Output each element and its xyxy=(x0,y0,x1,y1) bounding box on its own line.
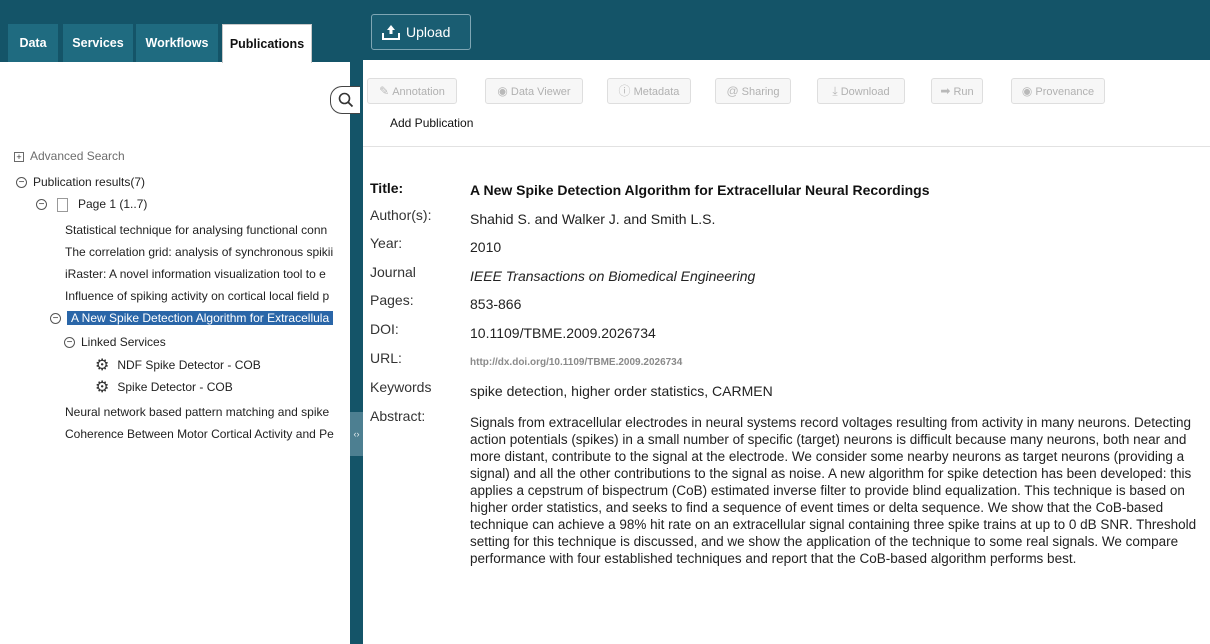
publication-journal: IEEE Transactions on Biomedical Engineer… xyxy=(470,268,756,284)
authors-label: Author(s): xyxy=(370,207,432,223)
left-panel: Data Services Workflows Publications + Ad… xyxy=(0,0,350,644)
at-icon: @ xyxy=(726,84,739,98)
publication-authors: Shahid S. and Walker J. and Smith L.S. xyxy=(470,211,716,227)
publication-item[interactable]: iRaster: A novel information visualizati… xyxy=(65,264,326,284)
publication-year: 2010 xyxy=(470,239,502,255)
expand-icon[interactable]: + xyxy=(14,151,24,162)
advanced-search-label[interactable]: Advanced Search xyxy=(30,149,125,163)
publication-title: A New Spike Detection Algorithm for Extr… xyxy=(470,182,930,198)
right-panel: Upload ✎ Annotation ◉ Data Viewer ⓘ Metadat… xyxy=(363,0,1210,644)
tab-bar: Data Services Workflows Publications xyxy=(0,0,350,63)
gear-icon: ⚙ xyxy=(95,378,110,396)
search-input[interactable] xyxy=(330,86,360,114)
tab-publications[interactable]: Publications xyxy=(222,24,312,63)
toolbar: ✎ Annotation ◉ Data Viewer ⓘ Metadata @ Shar… xyxy=(363,70,1210,110)
sharing-button[interactable]: @ Sharing xyxy=(715,78,791,104)
upload-button[interactable]: Upload xyxy=(371,14,471,50)
data-viewer-label: Data Viewer xyxy=(510,86,571,98)
run-button[interactable]: ➡ Run xyxy=(931,78,983,104)
collapse-icon[interactable]: − xyxy=(64,337,75,349)
download-button[interactable]: ⤓ Download xyxy=(817,78,905,104)
metadata-label: Metadata xyxy=(633,86,680,98)
linked-services-row[interactable]: − Linked Services xyxy=(64,332,166,352)
tab-services[interactable]: Services xyxy=(63,24,133,62)
publication-results-label[interactable]: Publication results(7) xyxy=(33,175,145,189)
eye-icon: ◉ xyxy=(1021,84,1033,98)
publication-abstract: Signals from extracellular electrodes in… xyxy=(470,415,1197,566)
pencil-icon: ✎ xyxy=(379,84,390,98)
publication-results-row[interactable]: − Publication results(7) xyxy=(16,172,145,192)
page-row[interactable]: − Page 1 (1..7) xyxy=(36,194,147,214)
keywords-label: Keywords xyxy=(370,379,432,395)
publication-url-link[interactable]: http://dx.doi.org/10.1109/TBME.2009.2026… xyxy=(470,357,682,368)
divider-line xyxy=(363,146,1210,147)
abstract-label: Abstract: xyxy=(370,408,426,424)
collapse-icon[interactable]: − xyxy=(16,177,27,189)
url-label: URL: xyxy=(370,350,402,366)
provenance-button[interactable]: ◉ Provenance xyxy=(1011,78,1105,104)
journal-label: Journal xyxy=(370,264,416,280)
linked-services-label[interactable]: Linked Services xyxy=(81,335,166,349)
search-icon xyxy=(338,92,354,108)
annotation-label: Annotation xyxy=(392,86,445,98)
data-viewer-button[interactable]: ◉ Data Viewer xyxy=(485,78,583,104)
upload-label[interactable]: Upload xyxy=(406,24,450,40)
pages-label: Pages: xyxy=(370,292,414,308)
download-label: Download xyxy=(840,86,890,98)
collapse-icon[interactable]: − xyxy=(36,199,47,211)
doi-label: DOI: xyxy=(370,321,399,337)
selected-publication-row[interactable]: − A New Spike Detection Algorithm for Ext… xyxy=(50,308,334,328)
sharing-label: Sharing xyxy=(741,86,780,98)
collapse-icon[interactable]: − xyxy=(50,313,61,325)
publication-item[interactable]: Neural network based pattern matching an… xyxy=(65,402,329,422)
download-icon: ⤓ xyxy=(832,84,838,98)
eye-icon: ◉ xyxy=(497,84,508,98)
top-bar: Upload xyxy=(363,0,1210,60)
service-label[interactable]: Spike Detector - COB xyxy=(117,380,232,394)
publication-item[interactable]: Statistical technique for analysing func… xyxy=(65,220,327,240)
page-label[interactable]: Page 1 (1..7) xyxy=(78,197,147,211)
add-publication-link[interactable]: Add Publication xyxy=(390,116,473,130)
info-icon: ⓘ xyxy=(618,84,631,98)
selected-publication-item[interactable]: A New Spike Detection Algorithm for Extr… xyxy=(67,311,334,325)
annotation-button[interactable]: ✎ Annotation xyxy=(367,78,457,104)
publication-keywords: spike detection, higher order statistics… xyxy=(470,383,773,399)
publication-item[interactable]: Influence of spiking activity on cortica… xyxy=(65,286,329,306)
advanced-search-row[interactable]: + Advanced Search xyxy=(14,146,125,166)
provenance-label: Provenance xyxy=(1035,86,1095,98)
title-label: Title: xyxy=(370,180,404,196)
tab-data[interactable]: Data xyxy=(8,24,58,62)
gear-icon: ⚙ xyxy=(95,356,110,374)
service-item[interactable]: ⚙ Spike Detector - COB xyxy=(95,376,233,398)
tab-workflows[interactable]: Workflows xyxy=(136,24,218,62)
metadata-button[interactable]: ⓘ Metadata xyxy=(607,78,691,104)
page-icon xyxy=(57,197,68,212)
service-label[interactable]: NDF Spike Detector - COB xyxy=(117,358,260,372)
year-label: Year: xyxy=(370,235,403,251)
publication-doi: 10.1109/TBME.2009.2026734 xyxy=(470,325,656,341)
arrow-right-icon: ➡ xyxy=(940,84,951,98)
publication-item[interactable]: The correlation grid: analysis of synchr… xyxy=(65,242,333,262)
publication-item[interactable]: Coherence Between Motor Cortical Activit… xyxy=(65,424,334,444)
publication-pages: 853-866 xyxy=(470,296,522,312)
run-label: Run xyxy=(953,86,974,98)
collapse-handle[interactable]: ‹› xyxy=(350,412,363,456)
upload-icon xyxy=(382,25,400,40)
service-item[interactable]: ⚙ NDF Spike Detector - COB xyxy=(95,354,261,376)
